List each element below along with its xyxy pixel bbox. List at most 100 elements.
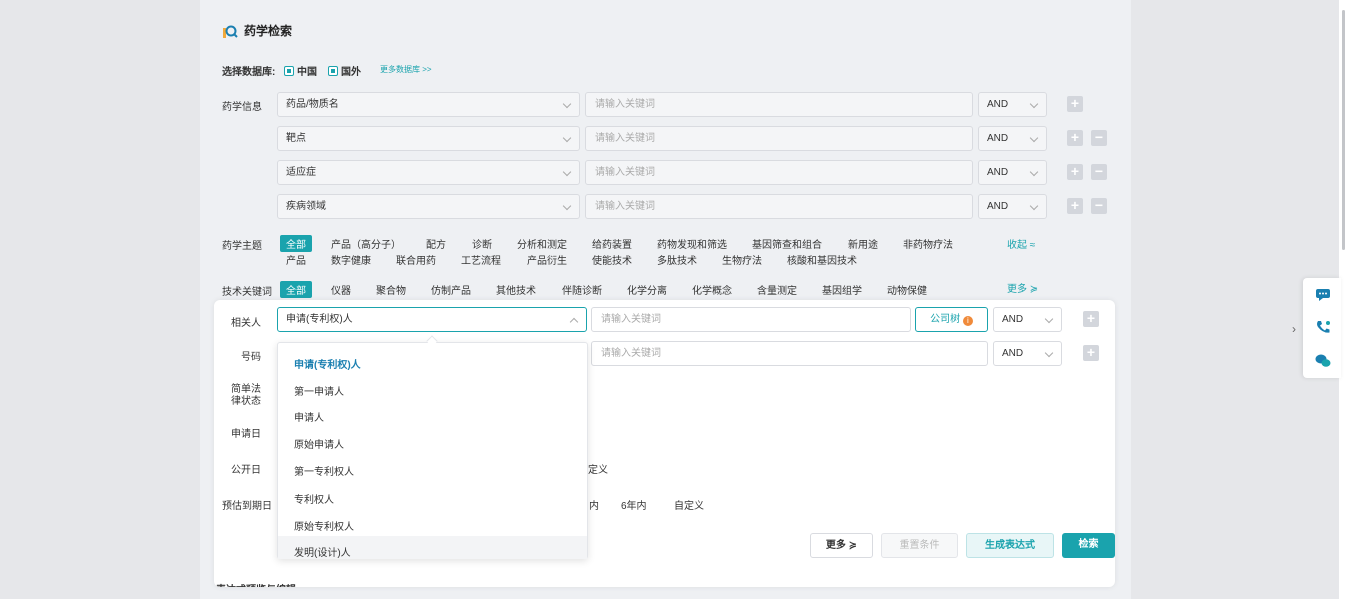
topic-tag[interactable]: 诊断 [472, 236, 492, 251]
collapse-toggle[interactable]: 收起 ≈ [1007, 236, 1035, 251]
remove-row-button[interactable]: − [1091, 198, 1107, 214]
phone-icon[interactable] [1315, 320, 1331, 334]
add-row-button[interactable]: + [1083, 345, 1099, 361]
topic-label: 药学主题 [222, 241, 262, 252]
remove-row-button[interactable]: − [1091, 164, 1107, 180]
topic-tag[interactable]: 多肽技术 [657, 252, 697, 267]
topic-tag[interactable]: 生物疗法 [722, 252, 762, 267]
topic-tag[interactable]: 新用途 [848, 236, 878, 251]
add-row-button[interactable]: + [1067, 164, 1083, 180]
dropdown-option[interactable]: 原始专利权人 [294, 518, 354, 533]
dropdown-option[interactable]: 第一申请人 [294, 383, 344, 398]
page-title-text: 药学检索 [244, 24, 293, 38]
number-operator-select[interactable]: AND [993, 341, 1062, 366]
chat-icon[interactable] [1315, 288, 1331, 302]
topic-tag[interactable]: 产品衍生 [527, 252, 567, 267]
more-toggle[interactable]: 更多 ≽ [1007, 280, 1038, 295]
operator-select-4[interactable]: AND [978, 194, 1047, 219]
topic-tag[interactable]: 工艺流程 [461, 252, 501, 267]
expand-dock-icon[interactable]: › [1292, 322, 1296, 336]
expiry-option[interactable]: 自定义 [674, 497, 704, 512]
tech-tag[interactable]: 其他技术 [496, 282, 536, 297]
dropdown-option[interactable]: 专利权人 [294, 491, 334, 506]
expiry-option[interactable]: 6年内 [621, 497, 647, 512]
tech-tag[interactable]: 伴随诊断 [562, 282, 602, 297]
topic-tag[interactable]: 数字健康 [331, 252, 371, 267]
operator-select-2[interactable]: AND [978, 126, 1047, 151]
dropdown-option[interactable]: 申请(专利权)人 [294, 356, 361, 371]
topic-tag[interactable]: 非药物疗法 [903, 236, 953, 251]
dropdown-option[interactable]: 发明(设计)人 [294, 544, 351, 559]
tech-tag[interactable]: 仪器 [331, 282, 351, 297]
dropdown-option[interactable]: 第一专利权人 [294, 463, 354, 478]
keyword-input-3[interactable]: 请输入关键词 [585, 160, 973, 185]
reset-button[interactable]: 重置条件 [881, 533, 958, 558]
database-option-china[interactable]: 中国 [284, 63, 317, 78]
tech-tag[interactable]: 含量测定 [757, 282, 797, 297]
expiry-date-label: 预估到期日 [222, 501, 272, 512]
expiry-option[interactable]: 内 [589, 497, 599, 512]
add-row-button[interactable]: + [1083, 311, 1099, 327]
pharma-info-label: 药学信息 [222, 102, 262, 113]
topic-tag[interactable]: 基因筛查和组合 [752, 236, 822, 251]
related-keyword-input[interactable]: 请输入关键词 [591, 307, 911, 332]
checkbox-icon[interactable] [328, 66, 338, 76]
add-row-button[interactable]: + [1067, 96, 1083, 112]
keyword-input-4[interactable]: 请输入关键词 [585, 194, 973, 219]
remove-row-button[interactable]: − [1091, 130, 1107, 146]
apply-date-label: 申请日 [231, 429, 261, 440]
number-keyword-input[interactable]: 请输入关键词 [591, 341, 988, 366]
keyword-input-1[interactable]: 请输入关键词 [585, 92, 973, 117]
topic-all-tag[interactable]: 全部 [280, 235, 312, 252]
tech-all-tag[interactable]: 全部 [280, 281, 312, 298]
dropdown-option[interactable]: 原始申请人 [294, 436, 344, 451]
database-option-foreign[interactable]: 国外 [328, 63, 361, 78]
company-tree-button[interactable]: 公司树 i [915, 307, 988, 332]
tech-tag[interactable]: 动物保健 [887, 282, 927, 297]
scrollbar-thumb[interactable] [1342, 10, 1345, 250]
topic-tag[interactable]: 产品 [286, 252, 306, 267]
tech-tag[interactable]: 化学分离 [627, 282, 667, 297]
tech-tag[interactable]: 聚合物 [376, 282, 406, 297]
operator-select-3[interactable]: AND [978, 160, 1047, 185]
add-row-button[interactable]: + [1067, 130, 1083, 146]
checkbox-icon[interactable] [284, 66, 294, 76]
topic-tag[interactable]: 药物发现和筛选 [657, 236, 727, 251]
pharma-field-select-4[interactable]: 疾病领域 [277, 194, 580, 219]
related-party-select[interactable]: 申请(专利权)人 [277, 307, 587, 332]
chevron-down-icon [562, 201, 572, 211]
operator-select-1[interactable]: AND [978, 92, 1047, 117]
related-operator-select[interactable]: AND [993, 307, 1062, 332]
chevron-down-icon [1044, 348, 1054, 358]
topic-tag[interactable]: 核酸和基因技术 [787, 252, 857, 267]
tech-tag[interactable]: 化学概念 [692, 282, 732, 297]
wechat-icon[interactable] [1315, 354, 1331, 368]
info-icon: i [962, 316, 973, 326]
tech-tag[interactable]: 仿制产品 [431, 282, 471, 297]
chevron-down-icon [562, 99, 572, 109]
tech-tag[interactable]: 基因组学 [822, 282, 862, 297]
legal-status-label: 简单法律状态 [231, 384, 261, 407]
more-database-link[interactable]: 更多数据库 >> [380, 64, 432, 75]
pharma-field-select-3[interactable]: 适应症 [277, 160, 580, 185]
topic-tag[interactable]: 给药装置 [592, 236, 632, 251]
topic-tag[interactable]: 使能技术 [592, 252, 632, 267]
related-party-label: 相关人 [231, 318, 261, 329]
search-button[interactable]: 检索 [1062, 533, 1115, 558]
pharma-field-select-1[interactable]: 药品/物质名 [277, 92, 580, 117]
page-title: 药学检索 [222, 22, 292, 39]
pharma-field-select-2[interactable]: 靶点 [277, 126, 580, 151]
topic-tag[interactable]: 产品（高分子） [331, 236, 401, 251]
add-row-button[interactable]: + [1067, 198, 1083, 214]
generate-expression-button[interactable]: 生成表达式 [966, 533, 1054, 558]
dropdown-option[interactable]: 申请人 [294, 409, 324, 424]
more-filters-button[interactable]: 更多 ≽ [810, 533, 873, 558]
keyword-input-2[interactable]: 请输入关键词 [585, 126, 973, 151]
publish-custom-option[interactable]: 定义 [588, 461, 608, 476]
tech-keyword-label: 技术关键词 [222, 287, 272, 298]
chevron-down-icon [1029, 99, 1039, 109]
topic-tag[interactable]: 分析和测定 [517, 236, 567, 251]
topic-tag[interactable]: 配方 [426, 236, 446, 251]
topic-tag[interactable]: 联合用药 [396, 252, 436, 267]
search-logo-icon [223, 25, 238, 38]
